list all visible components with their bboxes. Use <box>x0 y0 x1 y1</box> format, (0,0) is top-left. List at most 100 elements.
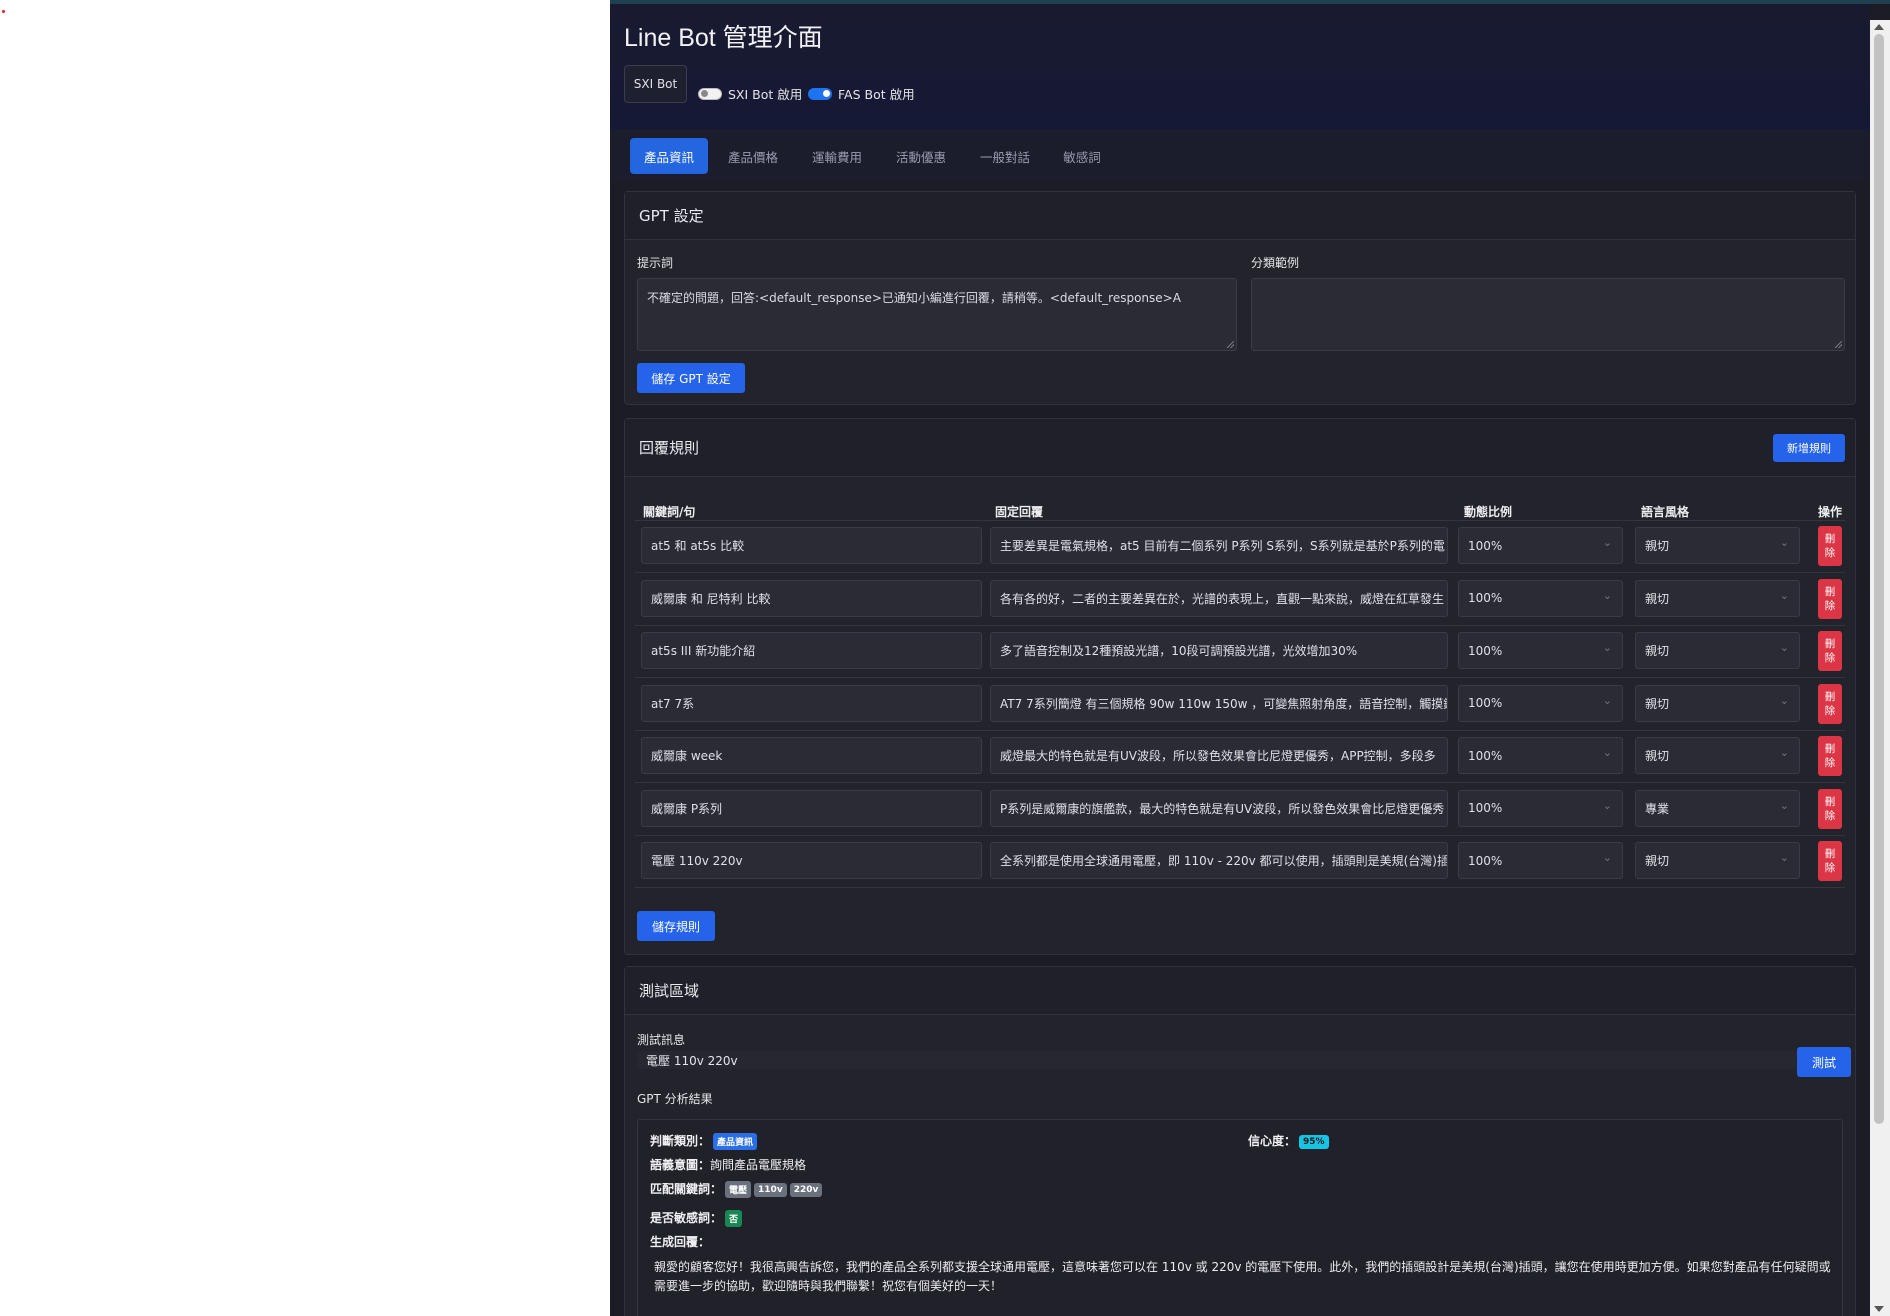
resize-grip-icon[interactable] <box>1835 341 1842 348</box>
prompt-value: 不確定的問題，回答:<default_response>已通知小編進行回覆，請稍… <box>647 291 1181 305</box>
sensitive-badge: 否 <box>725 1210 743 1227</box>
ratio-select[interactable]: 100% <box>1458 579 1623 617</box>
examples-textarea[interactable] <box>1251 278 1845 351</box>
row-divider <box>635 834 1845 836</box>
reply-input[interactable]: 威燈最大的特色就是有UV波段，所以發色效果會比尼燈更優秀，APP控制，多段多 <box>990 737 1448 774</box>
delete-label: 刪 <box>1824 533 1836 545</box>
keyword-badge: 電壓 <box>725 1181 752 1198</box>
delete-label: 刪 <box>1824 743 1836 755</box>
test-area-card: 測試區域 測試訊息 電壓 110v 220v 測試 GPT 分析結果 判斷類別：… <box>624 966 1856 1316</box>
row-divider <box>635 782 1845 783</box>
prompt-label: 提示詞 <box>637 256 674 270</box>
tab-product-price[interactable]: 產品價格 <box>714 138 792 174</box>
row-divider <box>635 572 1845 573</box>
delete-label: 除 <box>1824 704 1836 717</box>
row-divider <box>635 624 1845 626</box>
delete-rule-button[interactable]: 刪除 <box>1818 683 1842 724</box>
reply-input[interactable]: 全系列都是使用全球通用電壓，即 110v - 220v 都可以使用，插頭則是美規… <box>990 842 1448 879</box>
delete-rule-button[interactable]: 刪除 <box>1818 578 1842 619</box>
style-select[interactable]: 專業 <box>1635 789 1800 827</box>
keyword-input[interactable]: 威爾康 和 尼特利 比較 <box>641 579 982 617</box>
test-message-input[interactable]: 電壓 110v 220v <box>637 1051 1799 1069</box>
reply-rules-card: 回覆規則 新增規則 關鍵詞/句 固定回覆 動態比例 語言風格 操作 at5 和 … <box>624 418 1856 955</box>
sxi-bot-toggle[interactable]: SXI Bot 啟用 <box>698 84 802 103</box>
test-body: 測試訊息 電壓 110v 220v 測試 GPT 分析結果 判斷類別： 產品資訊 … <box>625 1015 1857 1316</box>
gpt-result-box: 判斷類別： 產品資訊 信心度： 95% 語義意圖：詢問產品電壓規格 匹配關鍵詞： 電壓… <box>637 1119 1843 1316</box>
col-keyword: 關鍵詞/句 <box>643 505 696 519</box>
col-actions: 操作 <box>1818 505 1843 519</box>
save-rules-button[interactable]: 儲存規則 <box>637 911 715 941</box>
scrollbar-thumb[interactable] <box>1874 34 1884 1124</box>
ratio-select[interactable]: 100% <box>1458 632 1623 669</box>
style-select[interactable]: 親切 <box>1635 842 1800 879</box>
intent-value: 詢問產品電壓規格 <box>710 1158 807 1172</box>
ratio-select[interactable]: 100% <box>1458 842 1623 879</box>
style-select[interactable]: 親切 <box>1635 684 1800 722</box>
delete-label: 刪 <box>1824 848 1836 860</box>
reply-input[interactable]: 主要差異是電氣規格，at5 目前有二個系列 P系列 S系列，S系列就是基於P系列… <box>990 527 1448 564</box>
scroll-up-icon[interactable] <box>1874 24 1884 30</box>
ratio-select[interactable]: 100% <box>1458 789 1623 827</box>
gpt-settings-card: GPT 設定 提示詞 不確定的問題，回答:<default_response>已… <box>624 191 1856 405</box>
style-select[interactable]: 親切 <box>1635 579 1800 617</box>
delete-rule-button[interactable]: 刪除 <box>1818 526 1842 566</box>
save-gpt-settings-button[interactable]: 儲存 GPT 設定 <box>637 363 745 393</box>
toggle-switch-off[interactable] <box>698 87 722 100</box>
keyword-input[interactable]: 電壓 110v 220v <box>641 842 982 879</box>
ratio-select[interactable]: 100% <box>1458 527 1623 564</box>
delete-rule-button[interactable]: 刪除 <box>1818 631 1842 671</box>
card-header: 回覆規則 新增規則 <box>625 419 1855 477</box>
ratio-select[interactable]: 100% <box>1458 737 1623 774</box>
style-select[interactable]: 親切 <box>1635 632 1800 669</box>
tab-sensitive-words[interactable]: 敏感詞 <box>1050 138 1114 174</box>
keyword-input[interactable]: at7 7系 <box>641 684 982 722</box>
tab-product-info[interactable]: 產品資訊 <box>630 138 708 174</box>
delete-label: 刪 <box>1824 795 1836 808</box>
header: Line Bot 管理介面 SXI Bot SXI Bot 啟用 FAS Bot… <box>610 4 1870 129</box>
gpt-result-title: GPT 分析結果 <box>637 1092 713 1106</box>
scroll-down-icon[interactable] <box>1874 1306 1884 1312</box>
category-key: 判斷類別： <box>650 1134 711 1148</box>
reply-input[interactable]: 多了語音控制及12種預設光譜，10段可調預設光譜，光效增加30% <box>990 632 1448 669</box>
fas-bot-toggle[interactable]: FAS Bot 啟用 <box>808 84 915 103</box>
resize-grip-icon[interactable] <box>1227 341 1234 348</box>
add-rule-button[interactable]: 新增規則 <box>1773 434 1845 462</box>
scrollbar[interactable] <box>1870 20 1890 1316</box>
test-button[interactable]: 測試 <box>1797 1047 1851 1077</box>
tab-bar: 產品資訊 產品價格 運輸費用 活動優惠 一般對話 敏感詞 <box>610 129 1870 181</box>
keyword-input[interactable]: at5s III 新功能介紹 <box>641 632 982 669</box>
category-badge: 產品資訊 <box>713 1133 758 1150</box>
delete-label: 刪 <box>1824 638 1836 650</box>
delete-label: 刪 <box>1824 690 1836 703</box>
delete-label: 除 <box>1824 862 1836 874</box>
bot-select-button[interactable]: SXI Bot <box>624 65 687 103</box>
delete-label: 除 <box>1824 599 1836 612</box>
tab-general-chat[interactable]: 一般對話 <box>966 138 1044 174</box>
reply-input[interactable]: 各有各的好，二者的主要差異在於，光譜的表現上，直觀一點來說，威燈在紅草發生 <box>990 579 1448 617</box>
delete-label: 除 <box>1824 547 1836 559</box>
sensitive-key: 是否敏感詞： <box>650 1211 723 1225</box>
red-dot <box>2 10 5 13</box>
keyword-input[interactable]: 威爾康 P系列 <box>641 789 982 827</box>
reply-input[interactable]: AT7 7系列簡燈 有三個規格 90w 110w 150w ，可變焦照射角度，語… <box>990 684 1448 722</box>
keyword-input[interactable]: at5 和 at5s 比較 <box>641 527 982 564</box>
style-select[interactable]: 親切 <box>1635 527 1800 564</box>
keyword-badge: 110v <box>754 1182 787 1197</box>
tab-promotions[interactable]: 活動優惠 <box>882 138 960 174</box>
style-select[interactable]: 親切 <box>1635 737 1800 774</box>
card-header: 測試區域 <box>625 967 1855 1015</box>
tab-shipping[interactable]: 運輸費用 <box>798 138 876 174</box>
confidence-row: 信心度： 95% <box>1248 1132 1329 1149</box>
reply-input[interactable]: P系列是威爾康的旗艦款，最大的特色就是有UV波段，所以發色效果會比尼燈更優秀 <box>990 789 1448 827</box>
ratio-select[interactable]: 100% <box>1458 684 1623 722</box>
test-message-label: 測試訊息 <box>637 1033 686 1047</box>
col-reply: 固定回覆 <box>995 505 1044 519</box>
delete-rule-button[interactable]: 刪除 <box>1818 736 1842 776</box>
delete-rule-button[interactable]: 刪除 <box>1818 841 1842 881</box>
delete-rule-button[interactable]: 刪除 <box>1818 788 1842 829</box>
delete-label: 除 <box>1824 757 1836 769</box>
keyword-input[interactable]: 威爾康 week <box>641 737 982 774</box>
prompt-textarea[interactable]: 不確定的問題，回答:<default_response>已通知小編進行回覆，請稍… <box>637 278 1237 351</box>
confidence-badge: 95% <box>1299 1134 1329 1149</box>
toggle-switch-on[interactable] <box>808 87 832 100</box>
